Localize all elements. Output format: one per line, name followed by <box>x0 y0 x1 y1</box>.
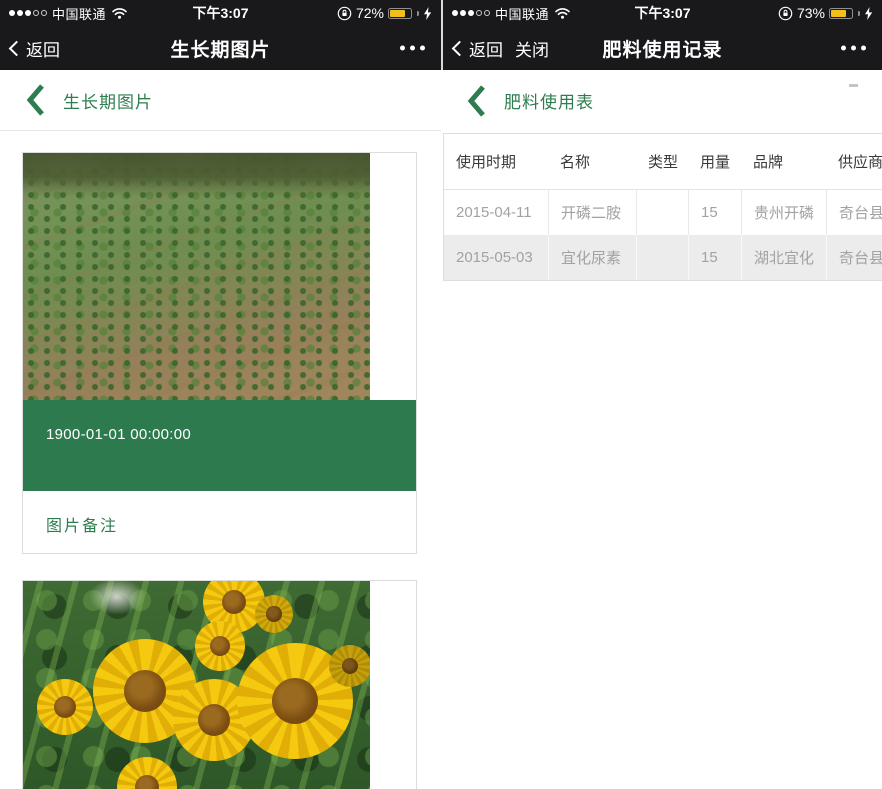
battery-icon <box>388 8 412 19</box>
left-nav-bar: 返回 生长期图片 <box>0 26 441 70</box>
left-dark-header: 中国联通 下午3:07 72% <box>0 0 441 70</box>
column-header: 供应商 <box>826 134 882 190</box>
cell-name: 宜化尿素 <box>548 235 636 280</box>
cell-use-date: 2015-05-03 <box>444 235 548 280</box>
nav-back-button[interactable]: 返回 <box>454 36 503 61</box>
sunflower-icon <box>37 679 93 735</box>
page-title: 生长期图片 <box>63 88 153 113</box>
sunflowers-photo[interactable] <box>23 581 370 789</box>
cell-brand: 贵州开磷 <box>741 190 826 235</box>
signal-strength-icon <box>9 10 47 16</box>
photo-caption-bar: 1900-01-01 00:00:00 <box>23 400 416 491</box>
left-status-bar: 中国联通 下午3:07 72% <box>0 0 441 26</box>
cell-supplier: 奇台县 <box>826 235 882 280</box>
photo-timestamp: 1900-01-01 00:00:00 <box>23 400 416 443</box>
cell-use-date: 2015-04-11 <box>444 190 548 235</box>
cell-type <box>636 190 688 235</box>
growth-photo-card-2 <box>22 580 417 789</box>
right-page-header: 肥料使用表 <box>441 70 882 131</box>
orientation-lock-icon <box>337 6 352 21</box>
clock-label: 下午3:07 <box>634 3 690 23</box>
column-header: 类型 <box>636 134 688 190</box>
orientation-lock-icon <box>778 6 793 21</box>
chevron-left-icon <box>9 41 25 57</box>
charging-bolt-icon <box>423 7 432 20</box>
right-nav-bar: 返回 关闭 肥料使用记录 <box>443 26 882 70</box>
chevron-left-icon <box>452 41 468 57</box>
phone-left: 中国联通 下午3:07 72% <box>0 0 441 789</box>
sunflower-icon <box>329 645 370 687</box>
right-dark-header: 中国联通 下午3:07 73% <box>441 0 882 70</box>
cell-supplier: 奇台县 <box>826 190 882 235</box>
battery-percent-label: 72% <box>356 5 384 21</box>
column-header: 品牌 <box>741 134 826 190</box>
screenshot-root: 中国联通 下午3:07 72% <box>0 0 882 789</box>
nav-back-button[interactable]: 返回 <box>11 36 60 61</box>
wifi-icon <box>111 7 128 19</box>
phone-right: 中国联通 下午3:07 73% <box>441 0 882 789</box>
page-title: 肥料使用表 <box>504 88 594 113</box>
cell-name: 开磷二胺 <box>548 190 636 235</box>
sunflower-icon <box>255 595 293 633</box>
cell-brand: 湖北宜化 <box>741 235 826 280</box>
battery-icon <box>829 8 853 19</box>
photo-remark-row: 图片备注 <box>23 491 416 553</box>
sunflower-icon <box>195 621 245 671</box>
left-page-header: 生长期图片 <box>0 70 441 131</box>
battery-percent-label: 73% <box>797 5 825 21</box>
wifi-icon <box>554 7 571 19</box>
clock-label: 下午3:07 <box>192 3 248 23</box>
page-back-button[interactable] <box>467 84 487 118</box>
more-menu-icon[interactable] <box>400 46 425 51</box>
signal-strength-icon <box>452 10 490 16</box>
table-row[interactable]: 2015-04-11 开磷二胺 15 贵州开磷 奇台县 <box>444 190 882 235</box>
cell-type <box>636 235 688 280</box>
chevron-left-icon <box>26 83 46 117</box>
table-row[interactable]: 2015-05-03 宜化尿素 15 湖北宜化 奇台县 <box>444 235 882 280</box>
page-back-button[interactable] <box>26 83 46 117</box>
column-header: 用量 <box>688 134 741 190</box>
carrier-label: 中国联通 <box>495 4 549 23</box>
fertilizer-table: 使用时期 名称 类型 用量 品牌 供应商 2015-04-11 开磷二胺 15 … <box>443 133 882 281</box>
nav-title: 肥料使用记录 <box>602 35 722 62</box>
cell-amount: 15 <box>688 235 741 280</box>
more-menu-icon[interactable] <box>841 46 866 51</box>
charging-bolt-icon <box>864 7 873 20</box>
nav-title: 生长期图片 <box>170 35 270 62</box>
table-header-row: 使用时期 名称 类型 用量 品牌 供应商 <box>444 134 882 190</box>
carrier-label: 中国联通 <box>52 4 106 23</box>
photo-remark-label: 图片备注 <box>23 491 416 536</box>
column-header: 使用时期 <box>444 134 548 190</box>
nav-close-button[interactable]: 关闭 <box>515 36 549 61</box>
chevron-left-icon <box>467 84 487 118</box>
column-header: 名称 <box>548 134 636 190</box>
cell-amount: 15 <box>688 190 741 235</box>
scrollbar-thumb[interactable] <box>849 84 858 87</box>
crop-field-photo[interactable] <box>23 153 370 400</box>
sunflower-icon <box>117 757 177 789</box>
right-status-bar: 中国联通 下午3:07 73% <box>443 0 882 26</box>
growth-photo-card-1: 1900-01-01 00:00:00 图片备注 <box>22 152 417 554</box>
